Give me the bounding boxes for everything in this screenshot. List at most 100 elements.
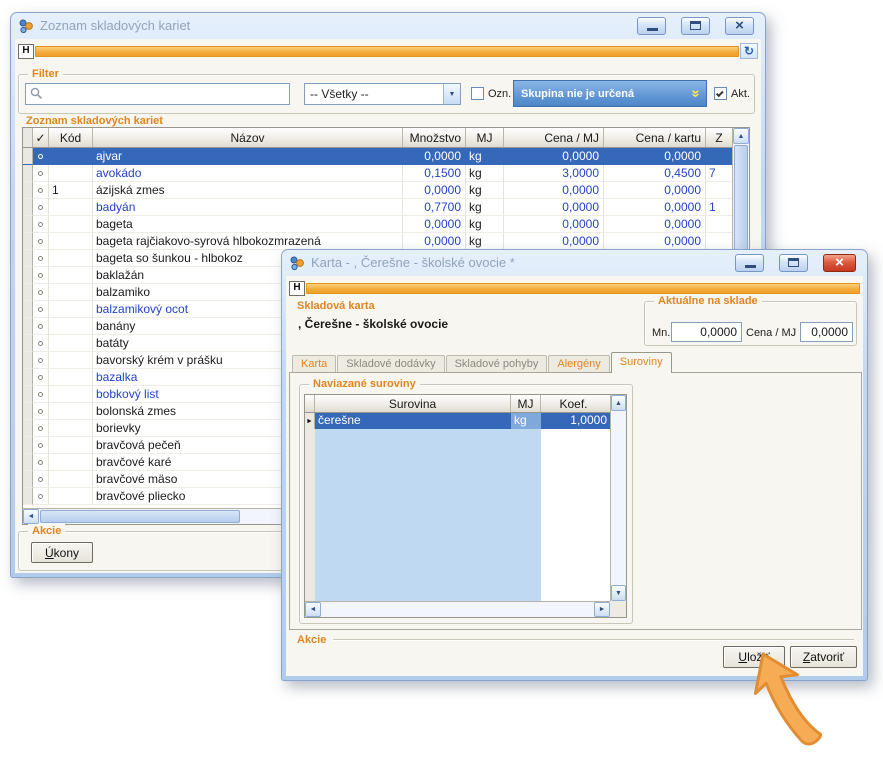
cell-mj[interactable]: kg: [466, 216, 504, 233]
cell-z[interactable]: [706, 233, 732, 250]
scroll-up-button[interactable]: ▲: [611, 395, 626, 411]
maximize-button[interactable]: [779, 254, 808, 272]
cell-kod[interactable]: [49, 148, 93, 165]
cell-kod[interactable]: [49, 301, 93, 318]
header-koef[interactable]: Koef.: [541, 395, 610, 412]
cell-koef[interactable]: 1,0000: [541, 413, 610, 429]
header-mj[interactable]: MJ: [511, 395, 541, 412]
tab-alerg-ny[interactable]: Alergény: [548, 355, 609, 372]
cell-cena-mj[interactable]: 0,0000: [504, 182, 604, 199]
row-indicator[interactable]: [23, 216, 33, 233]
row-check-cell[interactable]: [33, 318, 49, 335]
cell-kod[interactable]: [49, 267, 93, 284]
tab-suroviny[interactable]: Suroviny: [611, 352, 672, 373]
header-surovina[interactable]: Surovina: [315, 395, 511, 412]
cell-cena-kartu[interactable]: 0,0000: [604, 216, 706, 233]
ozn-checkbox[interactable]: Ozn.: [471, 87, 511, 100]
scroll-left-button[interactable]: ◄: [23, 509, 39, 524]
cell-cena-mj[interactable]: 0,0000: [504, 233, 604, 250]
cell-cena-kartu[interactable]: 0,4500: [604, 165, 706, 182]
row-indicator[interactable]: [23, 182, 33, 199]
cell-mj[interactable]: kg: [466, 182, 504, 199]
cell-nazov[interactable]: badyán: [93, 199, 403, 216]
cell-z[interactable]: [706, 148, 732, 165]
cell-mnozstvo[interactable]: 0,0000: [403, 148, 466, 165]
cell-nazov[interactable]: bageta: [93, 216, 403, 233]
row-indicator[interactable]: [23, 386, 33, 403]
row-check-cell[interactable]: [33, 454, 49, 471]
cell-kod[interactable]: [49, 233, 93, 250]
tab-skladov-dod-vky[interactable]: Skladové dodávky: [337, 355, 444, 372]
surovina-table-row[interactable]: ►čerešnekg1,0000: [305, 413, 610, 429]
header-check-icon[interactable]: ✓: [33, 128, 49, 147]
akt-checkbox[interactable]: Akt.: [714, 87, 750, 100]
row-check-cell[interactable]: [33, 335, 49, 352]
cell-mj[interactable]: kg: [466, 233, 504, 250]
cell-kod[interactable]: [49, 471, 93, 488]
cell-mnozstvo[interactable]: 0,0000: [403, 233, 466, 250]
row-check-cell[interactable]: [33, 233, 49, 250]
row-indicator[interactable]: [23, 284, 33, 301]
row-indicator[interactable]: [23, 250, 33, 267]
close-button[interactable]: ×: [823, 254, 856, 272]
header-cena-mj[interactable]: Cena / MJ: [504, 128, 604, 147]
filter-dropdown[interactable]: -- Všetky -- ▼: [304, 83, 461, 105]
cell-z[interactable]: [706, 216, 732, 233]
scroll-left-button[interactable]: ◄: [305, 602, 321, 617]
cell-mj[interactable]: kg: [466, 199, 504, 216]
cell-kod[interactable]: [49, 437, 93, 454]
row-check-cell[interactable]: [33, 488, 49, 505]
search-field[interactable]: [25, 83, 290, 105]
cell-z[interactable]: [706, 182, 732, 199]
row-check-cell[interactable]: [33, 369, 49, 386]
cell-kod[interactable]: [49, 165, 93, 182]
cell-kod[interactable]: [49, 420, 93, 437]
maximize-button[interactable]: [681, 17, 710, 35]
row-check-cell[interactable]: [33, 386, 49, 403]
cell-mnozstvo[interactable]: 0,7700: [403, 199, 466, 216]
row-check-cell[interactable]: [33, 403, 49, 420]
stock-table-row[interactable]: 1ázijská zmes0,0000kg0,00000,0000: [23, 182, 732, 199]
stock-table-row[interactable]: avokádo0,1500kg3,00000,45007: [23, 165, 732, 182]
row-indicator[interactable]: [23, 165, 33, 182]
row-check-cell[interactable]: [33, 165, 49, 182]
group-banner[interactable]: Skupina nie je určená »: [513, 80, 707, 107]
stock-table-row[interactable]: ajvar0,0000kg0,00000,0000: [23, 148, 732, 165]
cell-kod[interactable]: [49, 454, 93, 471]
cell-cena-kartu[interactable]: 0,0000: [604, 199, 706, 216]
row-check-cell[interactable]: [33, 301, 49, 318]
cell-kod[interactable]: [49, 199, 93, 216]
cell-kod[interactable]: [49, 488, 93, 505]
row-indicator[interactable]: [23, 352, 33, 369]
cell-kod[interactable]: [49, 250, 93, 267]
row-check-cell[interactable]: [33, 199, 49, 216]
header-nazov[interactable]: Názov: [93, 128, 403, 147]
cell-z[interactable]: 1: [706, 199, 732, 216]
row-indicator[interactable]: [23, 199, 33, 216]
cell-mj[interactable]: kg: [466, 148, 504, 165]
row-check-cell[interactable]: [33, 352, 49, 369]
row-indicator[interactable]: [23, 403, 33, 420]
scroll-right-button[interactable]: ►: [594, 602, 610, 617]
row-check-cell[interactable]: [33, 250, 49, 267]
minimize-button[interactable]: [637, 17, 666, 35]
row-indicator[interactable]: [23, 148, 33, 165]
row-check-cell[interactable]: [33, 437, 49, 454]
cell-z[interactable]: 7: [706, 165, 732, 182]
cell-cena-mj[interactable]: 0,0000: [504, 216, 604, 233]
horizontal-scrollbar-thumb[interactable]: [40, 510, 240, 523]
row-check-cell[interactable]: [33, 148, 49, 165]
search-input[interactable]: [43, 85, 289, 103]
cell-cena-kartu[interactable]: 0,0000: [604, 182, 706, 199]
cell-cena-kartu[interactable]: 0,0000: [604, 148, 706, 165]
row-indicator[interactable]: [23, 437, 33, 454]
cell-kod[interactable]: [49, 335, 93, 352]
row-indicator[interactable]: ►: [305, 413, 315, 429]
cell-mj[interactable]: kg: [511, 413, 541, 429]
header-mj[interactable]: MJ: [466, 128, 504, 147]
cell-kod[interactable]: [49, 216, 93, 233]
row-indicator[interactable]: [23, 335, 33, 352]
stock-table-row[interactable]: badyán0,7700kg0,00000,00001: [23, 199, 732, 216]
header-mnozstvo[interactable]: Množstvo: [403, 128, 466, 147]
row-indicator[interactable]: [23, 471, 33, 488]
